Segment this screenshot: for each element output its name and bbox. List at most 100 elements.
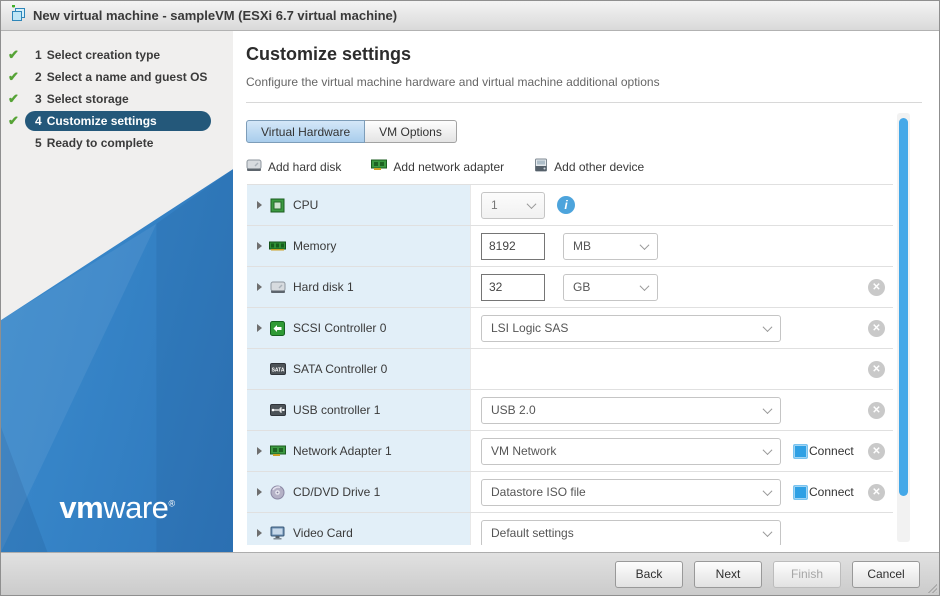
network-select[interactable]: VM Network <box>481 438 781 465</box>
vmware-logo: vmware® <box>1 490 233 526</box>
check-icon: ✔ <box>8 69 25 85</box>
tab-virtual-hardware[interactable]: Virtual Hardware <box>246 120 365 143</box>
chevron-down-icon <box>763 486 773 496</box>
add-device-toolbar: Add hard disk Add network adapter Add ot… <box>246 158 939 175</box>
chevron-down-icon <box>527 199 537 209</box>
memory-size-input[interactable] <box>481 233 545 260</box>
device-row-cpu: CPU 1 i <box>247 185 893 226</box>
checkbox-checked-icon[interactable] <box>793 444 808 459</box>
video-settings-select[interactable]: Default settings <box>481 520 781 546</box>
device-label: USB controller 1 <box>293 403 380 417</box>
wizard-footer: Back Next Finish Cancel <box>1 552 939 595</box>
device-label: Hard disk 1 <box>293 280 354 294</box>
divider <box>246 102 922 103</box>
sata-controller-icon: SATA <box>269 361 286 378</box>
expand-icon[interactable] <box>257 324 262 332</box>
add-hard-disk-icon <box>246 159 262 175</box>
remove-device-icon[interactable]: ✕ <box>868 484 885 501</box>
add-hard-disk-button[interactable]: Add hard disk <box>246 159 341 175</box>
settings-tabs: Virtual Hardware VM Options <box>246 120 457 143</box>
new-vm-icon <box>9 5 26 26</box>
device-row-network-adapter: Network Adapter 1 VM Network Connect ✕ <box>247 431 893 472</box>
device-label: Video Card <box>293 526 353 540</box>
device-row-scsi-controller: SCSI Controller 0 LSI Logic SAS ✕ <box>247 308 893 349</box>
cpu-count-select[interactable]: 1 <box>481 192 545 219</box>
device-row-sata-controller: SATA SATA Controller 0 ✕ <box>247 349 893 390</box>
new-vm-wizard-window: New virtual machine - sampleVM (ESXi 6.7… <box>0 0 940 596</box>
checkbox-checked-icon[interactable] <box>793 485 808 500</box>
device-row-video-card: Video Card Default settings <box>247 513 893 545</box>
expand-icon[interactable] <box>257 283 262 291</box>
device-label: SCSI Controller 0 <box>293 321 386 335</box>
resize-grip[interactable] <box>926 582 937 593</box>
cpu-icon <box>269 197 286 214</box>
device-label: Network Adapter 1 <box>293 444 392 458</box>
remove-device-icon[interactable]: ✕ <box>868 361 885 378</box>
cd-dvd-icon <box>269 484 286 501</box>
check-icon: ✔ <box>8 113 25 129</box>
sidebar-item-customize-settings[interactable]: ✔ 4Customize settings <box>1 110 233 131</box>
remove-device-icon[interactable]: ✕ <box>868 402 885 419</box>
check-icon: ✔ <box>8 47 25 63</box>
usb-controller-icon <box>269 402 286 419</box>
scsi-controller-icon <box>269 320 286 337</box>
remove-device-icon[interactable]: ✕ <box>868 320 885 337</box>
expand-icon[interactable] <box>257 201 262 209</box>
add-other-device-button[interactable]: Add other device <box>534 158 644 175</box>
device-row-cd-dvd-drive: CD/DVD Drive 1 Datastore ISO file Connec… <box>247 472 893 513</box>
remove-device-icon[interactable]: ✕ <box>868 279 885 296</box>
scsi-type-select[interactable]: LSI Logic SAS <box>481 315 781 342</box>
sidebar-item-select-name-guest-os[interactable]: ✔ 2Select a name and guest OS <box>1 66 233 87</box>
cancel-button[interactable]: Cancel <box>852 561 920 588</box>
connect-checkbox[interactable]: Connect <box>793 485 854 500</box>
add-network-adapter-icon <box>371 159 387 174</box>
memory-icon <box>269 238 286 255</box>
window-title: New virtual machine - sampleVM (ESXi 6.7… <box>33 8 397 23</box>
device-label: SATA Controller 0 <box>293 362 387 376</box>
expand-icon[interactable] <box>257 488 262 496</box>
device-label: Memory <box>293 239 336 253</box>
hard-disk-icon <box>269 279 286 296</box>
device-row-hard-disk: Hard disk 1 GB ✕ <box>247 267 893 308</box>
connect-checkbox[interactable]: Connect <box>793 444 854 459</box>
step-list: ✔ 1Select creation type ✔ 2Select a name… <box>1 31 233 153</box>
memory-unit-select[interactable]: MB <box>563 233 658 260</box>
customize-settings-panel: Customize settings Configure the virtual… <box>233 31 939 552</box>
usb-version-select[interactable]: USB 2.0 <box>481 397 781 424</box>
page-subtitle: Configure the virtual machine hardware a… <box>246 75 939 89</box>
add-network-adapter-button[interactable]: Add network adapter <box>371 159 504 174</box>
expand-icon[interactable] <box>257 529 262 537</box>
sidebar-item-select-creation-type[interactable]: ✔ 1Select creation type <box>1 44 233 65</box>
virtual-hardware-table: CPU 1 i Me <box>247 184 893 545</box>
back-button[interactable]: Back <box>615 561 683 588</box>
device-row-usb-controller: USB controller 1 USB 2.0 ✕ <box>247 390 893 431</box>
info-icon[interactable]: i <box>557 196 575 214</box>
device-label: CD/DVD Drive 1 <box>293 485 380 499</box>
network-adapter-icon <box>269 443 286 460</box>
disk-size-input[interactable] <box>481 274 545 301</box>
add-other-device-icon <box>534 158 548 175</box>
next-button[interactable]: Next <box>694 561 762 588</box>
chevron-down-icon <box>763 404 773 414</box>
disk-unit-select[interactable]: GB <box>563 274 658 301</box>
sidebar-item-select-storage[interactable]: ✔ 3Select storage <box>1 88 233 109</box>
scrollbar-thumb[interactable] <box>899 118 908 496</box>
sidebar-item-ready-to-complete[interactable]: 5Ready to complete <box>1 132 233 153</box>
chevron-down-icon <box>640 240 650 250</box>
remove-device-icon[interactable]: ✕ <box>868 443 885 460</box>
chevron-down-icon <box>763 445 773 455</box>
vertical-scrollbar[interactable] <box>897 113 910 542</box>
titlebar: New virtual machine - sampleVM (ESXi 6.7… <box>1 1 939 31</box>
expand-icon[interactable] <box>257 242 262 250</box>
video-card-icon <box>269 525 286 542</box>
finish-button: Finish <box>773 561 841 588</box>
device-label: CPU <box>293 198 318 212</box>
check-icon: ✔ <box>8 91 25 107</box>
tab-vm-options[interactable]: VM Options <box>365 120 457 143</box>
chevron-down-icon <box>763 322 773 332</box>
cd-dvd-media-select[interactable]: Datastore ISO file <box>481 479 781 506</box>
chevron-down-icon <box>640 281 650 291</box>
svg-text:SATA: SATA <box>271 368 284 374</box>
expand-icon[interactable] <box>257 447 262 455</box>
chevron-down-icon <box>763 527 773 537</box>
